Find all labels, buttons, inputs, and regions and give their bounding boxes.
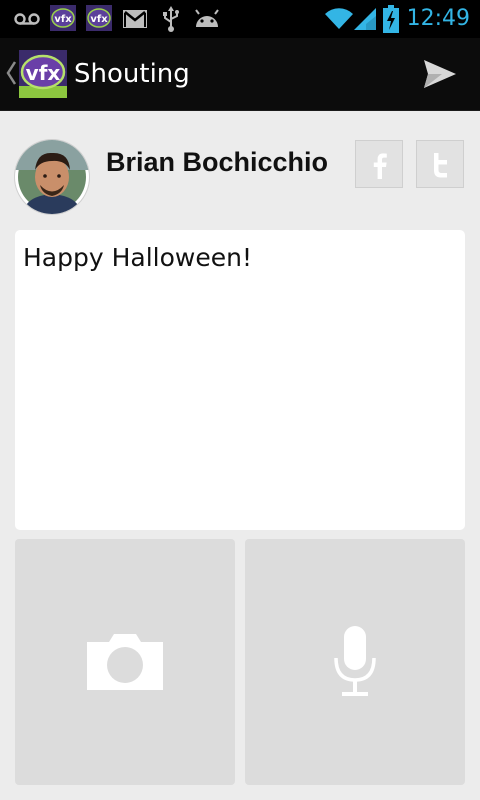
facebook-share-button[interactable] [355,140,403,188]
avatar [15,140,89,214]
camera-button[interactable] [15,539,235,785]
vfx-logo-icon[interactable]: vfx [19,50,67,98]
up-caret-icon[interactable] [4,58,18,88]
twitter-icon [434,153,447,178]
facebook-icon [373,153,387,179]
microphone-button[interactable] [245,539,465,785]
status-bar: vfx vfx 12:49 [0,0,480,38]
vfx-app-icon: vfx [50,5,76,31]
camera-icon [87,634,163,690]
svg-text:vfx: vfx [26,61,61,85]
wifi-icon [325,8,353,29]
voicemail-icon [14,13,40,25]
status-time: 12:49 [406,6,470,31]
vfx-app-icon: vfx [86,5,112,31]
battery-charging-icon [383,5,399,33]
send-icon[interactable] [420,56,460,92]
gmail-icon [123,10,147,28]
message-input[interactable]: Happy Halloween! [15,230,465,530]
microphone-icon [334,626,376,696]
user-name: Brian Bochicchio [106,147,329,177]
action-bar-title: Shouting [74,59,190,89]
twitter-share-button[interactable] [416,140,464,188]
svg-text:vfx: vfx [54,14,72,25]
cell-signal-icon [354,8,376,30]
avatar-photo [15,140,89,214]
svg-text:vfx: vfx [90,14,108,25]
android-debug-icon [195,9,219,27]
action-bar: vfx Shouting [0,38,480,111]
usb-icon [163,6,179,32]
